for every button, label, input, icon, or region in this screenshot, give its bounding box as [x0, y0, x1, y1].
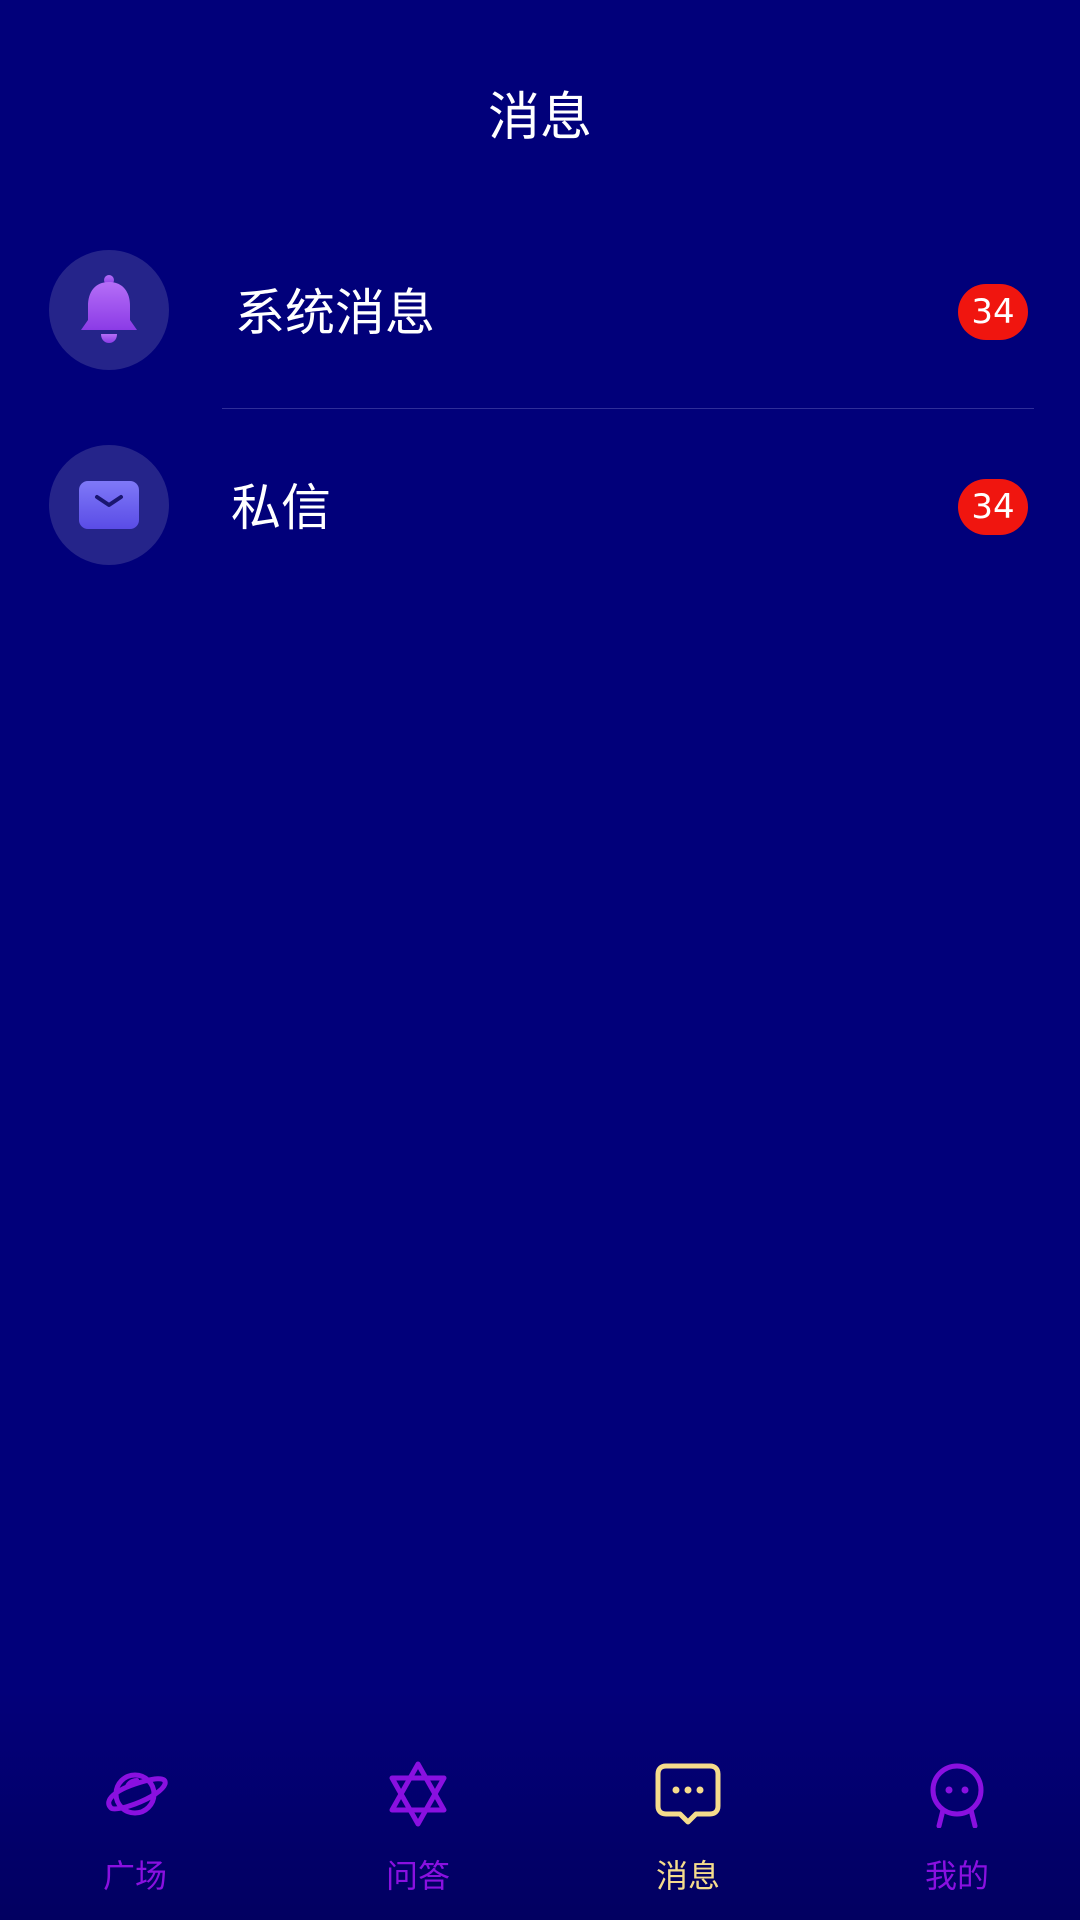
unread-count-badge: 34: [958, 479, 1028, 535]
tab-plaza-label: 广场: [102, 1857, 167, 1895]
unread-count-badge: 34: [958, 284, 1028, 340]
page-title: 消息: [487, 88, 592, 148]
tab-messages-label: 消息: [655, 1857, 720, 1895]
chat-bubble-icon: [655, 1763, 721, 1825]
private-messages-icon-circle: [49, 445, 169, 565]
person-icon: [930, 1763, 984, 1828]
tab-mine-label: 我的: [924, 1857, 989, 1895]
tab-mine[interactable]: 我的: [822, 1690, 1080, 1920]
system-messages-row[interactable]: 系统消息 34: [0, 235, 1080, 385]
bottom-tab-bar: 广场 问答 消息 我的: [0, 1690, 1080, 1920]
row-divider: [222, 408, 1034, 409]
tab-qa[interactable]: 问答: [283, 1690, 553, 1920]
bell-icon: [81, 275, 137, 343]
private-messages-label: 私信: [231, 479, 331, 537]
system-messages-icon-circle: [49, 250, 169, 370]
planet-icon: [106, 1772, 168, 1816]
tab-plaza[interactable]: 广场: [0, 1690, 270, 1920]
star-of-david-icon: [389, 1761, 447, 1827]
private-messages-row[interactable]: 私信 34: [0, 430, 1080, 580]
tab-qa-label: 问答: [385, 1857, 450, 1895]
screen: 消息 系统消息 34 私信 34 广场 问答 消息 我的: [0, 0, 1080, 1920]
envelope-icon: [79, 481, 139, 529]
tab-messages[interactable]: 消息: [553, 1690, 823, 1920]
system-messages-label: 系统消息: [235, 284, 435, 342]
